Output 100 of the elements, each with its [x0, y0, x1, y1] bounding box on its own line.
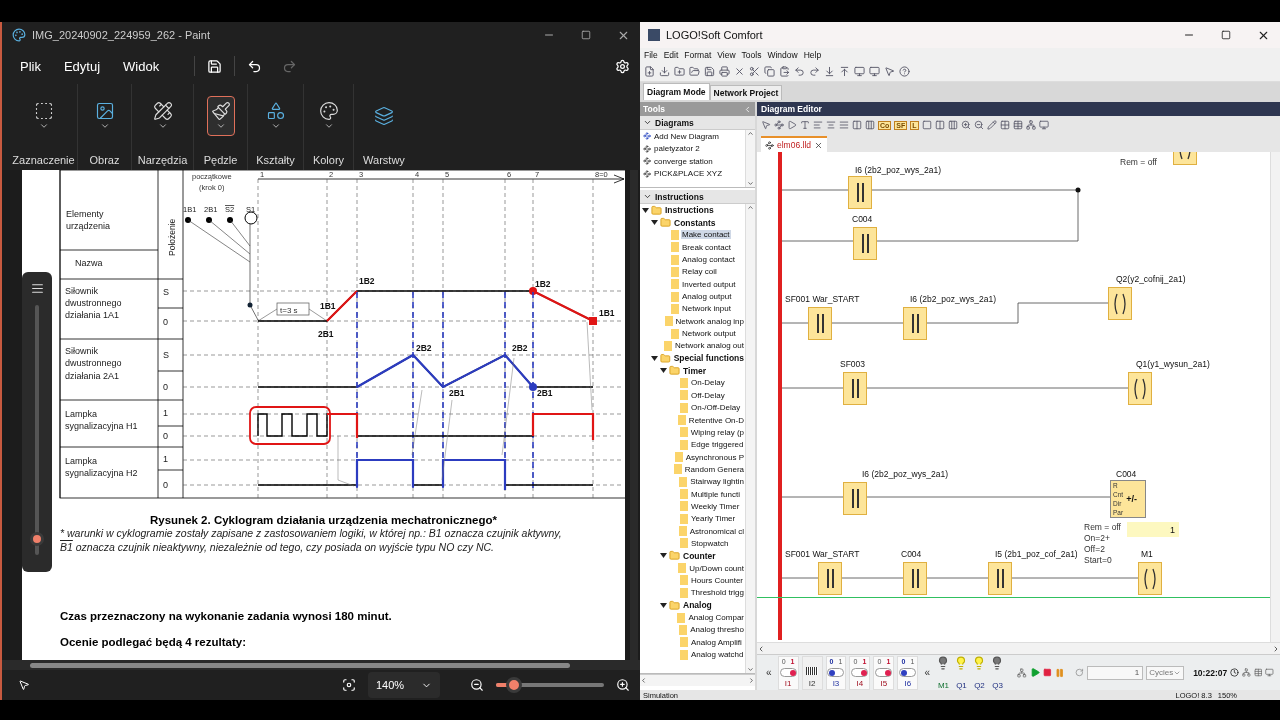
redo-icon[interactable]: [282, 58, 298, 74]
scroll-down-icon[interactable]: [747, 180, 754, 187]
scroll-down-icon[interactable]: [747, 666, 754, 673]
tree-item[interactable]: On-/Off-Delay: [640, 401, 745, 414]
scroll-up-icon[interactable]: [747, 130, 754, 137]
tree-item[interactable]: Edge triggered: [640, 438, 745, 451]
menu-item[interactable]: Window: [767, 50, 798, 60]
tree-item[interactable]: Analog Amplifi: [640, 636, 745, 649]
monitor-icon[interactable]: [1038, 120, 1049, 130]
text-tool-icon[interactable]: [800, 120, 810, 130]
zoom-dropdown[interactable]: 140%: [368, 672, 440, 698]
mode-tab[interactable]: Network Project: [709, 85, 783, 100]
menu-item[interactable]: Plik: [20, 54, 52, 78]
diagram-item[interactable]: converge station: [640, 155, 745, 168]
section-header[interactable]: Diagrams: [640, 116, 755, 130]
tree-folder[interactable]: Counter: [640, 549, 745, 562]
caret-icon[interactable]: [660, 601, 667, 609]
settings-icon[interactable]: [615, 58, 630, 74]
tree-folder[interactable]: Special functions: [640, 352, 745, 365]
tree-item[interactable]: Stopwatch: [640, 537, 745, 550]
menu-item[interactable]: View: [717, 50, 736, 60]
maximize-icon[interactable]: [1221, 30, 1231, 40]
monitor-icon[interactable]: [869, 66, 880, 77]
new-file-icon[interactable]: [644, 66, 655, 77]
pointer-icon[interactable]: [884, 66, 895, 77]
size-slider[interactable]: [30, 305, 44, 555]
tree-item[interactable]: Astronomical cl: [640, 524, 745, 538]
undo-icon[interactable]: [247, 58, 263, 74]
tree-item[interactable]: Make contact: [640, 228, 745, 242]
cycles-dropdown[interactable]: Cycles: [1146, 665, 1185, 680]
upload-icon[interactable]: [839, 66, 850, 77]
paste-icon[interactable]: [779, 66, 790, 77]
network-icon[interactable]: [1025, 120, 1036, 130]
diagram-item[interactable]: paletyzator 2: [640, 142, 745, 155]
tree-item[interactable]: Relay coil: [640, 265, 745, 279]
menu-item[interactable]: Tools: [741, 50, 762, 60]
tree-item[interactable]: Network output: [640, 327, 745, 340]
columns-icon[interactable]: [852, 120, 862, 130]
section-header[interactable]: Instructions: [640, 190, 755, 204]
download-icon[interactable]: [824, 66, 835, 77]
diagram-item[interactable]: Add New Diagram: [640, 130, 745, 143]
tree-item[interactable]: Stairway lightin: [640, 475, 745, 488]
scroll-right-icon[interactable]: [748, 677, 755, 684]
maximize-icon[interactable]: [581, 30, 591, 40]
contact-symbol[interactable]: [988, 562, 1012, 595]
slider-thumb[interactable]: [30, 531, 44, 546]
menu-item[interactable]: Format: [684, 50, 712, 60]
redo-icon[interactable]: [809, 66, 820, 77]
tree-item[interactable]: Multiple functi: [640, 487, 745, 501]
delete-icon[interactable]: [734, 66, 745, 77]
tree-item[interactable]: Network analog inp: [640, 315, 745, 328]
coil-symbol[interactable]: [1128, 372, 1152, 405]
contact-symbol[interactable]: [843, 372, 867, 405]
mode-tab[interactable]: Diagram Mode: [643, 83, 710, 100]
menu-item[interactable]: Edit: [663, 50, 679, 60]
file-tab[interactable]: elm06.lld: [761, 136, 828, 152]
network-icon[interactable]: [1017, 666, 1027, 679]
tree-item[interactable]: Analog contact: [640, 253, 745, 266]
tree-item[interactable]: Network analog out: [640, 339, 745, 353]
tree-item[interactable]: Threshold trigg: [640, 586, 745, 599]
scrollbar-thumb[interactable]: [30, 662, 570, 668]
pointer-icon[interactable]: [761, 120, 771, 130]
pencil-icon[interactable]: [986, 120, 997, 130]
tree-item[interactable]: Yearly Timer: [640, 512, 745, 525]
cycles-field[interactable]: 1: [1086, 665, 1144, 680]
collapse-inputs-button[interactable]: «: [766, 667, 772, 678]
slider-thumb[interactable]: [506, 677, 523, 693]
zoom-out-icon[interactable]: [470, 678, 484, 692]
collapse-outputs-button[interactable]: «: [924, 667, 930, 678]
menu-item[interactable]: Widok: [123, 54, 171, 78]
tree-folder[interactable]: Timer: [640, 364, 745, 377]
cut-icon[interactable]: [749, 66, 760, 77]
coil-symbol[interactable]: [1138, 562, 1162, 595]
play-icon[interactable]: [1029, 666, 1041, 679]
printer-icon[interactable]: [719, 66, 730, 77]
save-icon[interactable]: [207, 58, 223, 74]
tree-item[interactable]: Network input: [640, 302, 745, 316]
tree-item[interactable]: Inverted output: [640, 278, 745, 291]
help-icon[interactable]: [899, 66, 910, 77]
tree-folder[interactable]: Constants: [640, 216, 745, 229]
tree-item[interactable]: Retentive On-D: [640, 413, 745, 427]
tree-item[interactable]: Wiping relay (p: [640, 426, 745, 439]
scroll-up-icon[interactable]: [747, 204, 754, 211]
scroll-left-icon[interactable]: [640, 677, 647, 684]
folder-icon[interactable]: [689, 66, 700, 77]
tree-item[interactable]: Asynchronous P: [640, 450, 745, 464]
contact-symbol[interactable]: [808, 307, 832, 340]
network-icon[interactable]: [1241, 667, 1251, 678]
fit-screen-icon[interactable]: [342, 678, 356, 692]
table-icon[interactable]: [1012, 120, 1023, 130]
download-icon[interactable]: [659, 66, 670, 77]
tree-item[interactable]: Off-Delay: [640, 389, 745, 402]
page-icon[interactable]: [921, 120, 932, 130]
zoom-in-icon[interactable]: [616, 678, 630, 692]
columns-icon[interactable]: [934, 120, 945, 130]
contact-symbol[interactable]: [818, 562, 842, 595]
copy-icon[interactable]: [764, 66, 775, 77]
tree-item[interactable]: On-Delay: [640, 376, 745, 390]
connector-icon[interactable]: [774, 120, 784, 130]
contact-symbol[interactable]: [903, 562, 927, 595]
